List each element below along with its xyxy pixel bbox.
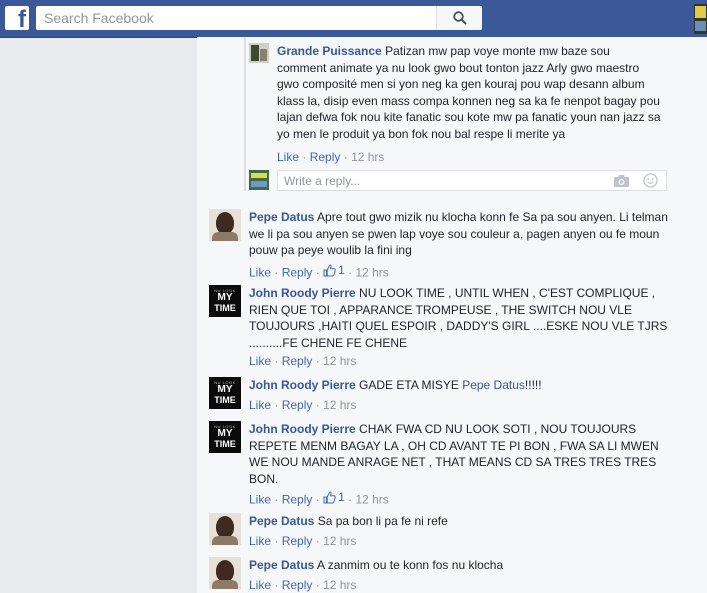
avatar[interactable] xyxy=(209,513,241,545)
reply-box xyxy=(277,170,667,191)
comment-body: Grande Puissance Patizan mw pap voye mon… xyxy=(277,43,697,142)
avatar[interactable]: NU LOOK MY TIME xyxy=(209,421,241,453)
like-button[interactable]: Like xyxy=(249,266,271,280)
comment-actions: Like · Reply · 12 hrs xyxy=(249,534,357,548)
comment-author[interactable]: John Roody Pierre xyxy=(249,378,356,392)
mention-link[interactable]: Pepe Datus xyxy=(462,378,525,392)
comment-text-line: BON. xyxy=(249,471,279,486)
facebook-logo-icon[interactable]: f xyxy=(5,6,29,33)
reply-button[interactable]: Reply xyxy=(282,578,313,592)
reply-input[interactable] xyxy=(278,171,610,190)
timestamp[interactable]: 12 hrs xyxy=(323,534,356,548)
timestamp[interactable]: 12 hrs xyxy=(355,493,388,507)
like-button[interactable]: Like xyxy=(249,493,271,507)
reply-button[interactable]: Reply xyxy=(282,398,313,412)
comment-body: Pepe Datus Apre tout gwo mizik nu klocha… xyxy=(249,209,699,259)
comment-text-line: we li pa sou anyen se pwen lap voye sou … xyxy=(249,226,660,241)
timestamp[interactable]: 12 hrs xyxy=(323,354,356,368)
comments-panel: Grande Puissance Patizan mw pap voye mon… xyxy=(197,37,707,593)
comment-text: Sa pa bon li pa fe ni refe xyxy=(317,514,448,528)
comment-text: A zanmim ou te konn fos nu klocha xyxy=(317,558,504,572)
comment-text-line: yo men le produit ya bon fok nou bal res… xyxy=(277,126,566,141)
comment-actions: Like · Reply · 12 hrs xyxy=(249,398,357,412)
reply-button[interactable]: Reply xyxy=(282,534,313,548)
comment-text-line: WE NOU MANDE ANRAGE NET , THAT MEANS CD … xyxy=(249,455,657,469)
reply-button[interactable]: Reply xyxy=(282,354,313,368)
search-button[interactable] xyxy=(436,6,482,30)
reply-button[interactable]: Reply xyxy=(282,266,313,280)
reply-button[interactable]: Reply xyxy=(282,493,313,507)
comment-actions: Like · Reply · 1 · 12 hrs xyxy=(249,263,389,280)
comment-body: John Roody Pierre CHAK FWA CD NU LOOK SO… xyxy=(249,421,699,487)
top-navigation-bar: f xyxy=(0,0,707,38)
like-button[interactable]: Like xyxy=(249,354,271,368)
avatar[interactable] xyxy=(209,209,241,241)
comment-text: GADE ETA MISYE xyxy=(359,378,459,392)
comment-text-line: NU LOOK TIME , UNTIL WHEN , C'EST COMPLI… xyxy=(359,286,656,300)
like-count-value: 1 xyxy=(338,490,345,504)
like-button[interactable]: Like xyxy=(277,150,299,164)
thumbs-up-icon xyxy=(323,490,336,503)
profile-thumbnail[interactable] xyxy=(694,4,707,34)
comment-text-line: CHAK FWA CD NU LOOK SOTI , NOU TOUJOURS xyxy=(359,422,637,436)
comment-actions: Like · Reply · 12 hrs xyxy=(249,354,357,368)
like-button[interactable]: Like xyxy=(249,578,271,592)
comment-text-suffix: !!!!! xyxy=(524,378,542,392)
comment-text-line: klass la, disip even mass compa konnen n… xyxy=(277,93,660,108)
search-icon xyxy=(452,11,467,25)
like-count-value: 1 xyxy=(338,263,345,277)
comment-body: Pepe Datus Sa pa bon li pa fe ni refe xyxy=(249,513,699,530)
avatar xyxy=(249,170,269,190)
comment-text-line: TOUJOURS ,HAITI QUEL ESPOIR , DADDY'S GI… xyxy=(249,319,668,333)
avatar-label: MY xyxy=(217,292,233,303)
thumbs-up-icon xyxy=(323,263,336,276)
emoji-icon[interactable] xyxy=(643,173,658,188)
comment-body: Pepe Datus A zanmim ou te konn fos nu kl… xyxy=(249,557,699,574)
timestamp[interactable]: 12 hrs xyxy=(323,578,356,592)
timestamp[interactable]: 12 hrs xyxy=(355,266,388,280)
comment-text-line: comment animate ya nu look gwo bout tont… xyxy=(277,60,640,75)
timestamp[interactable]: 12 hrs xyxy=(351,150,384,164)
search-input[interactable] xyxy=(36,6,436,30)
comment-text-line: RIEN QUE TOI , APPARANCE TROMPEUSE , THE… xyxy=(249,302,632,317)
comment-text-line: gwo composité men si yon neg ka gen kour… xyxy=(277,77,645,91)
facebook-logo-letter: f xyxy=(18,6,26,33)
comment-text-line: Apre tout gwo mizik nu klocha konn fe Sa… xyxy=(317,210,668,224)
avatar-label: TIME xyxy=(214,303,236,313)
comment-author[interactable]: Pepe Datus xyxy=(249,210,314,224)
comment-actions: Like · Reply · 12 hrs xyxy=(249,578,357,592)
like-count[interactable]: 1 xyxy=(323,490,345,504)
comment-author[interactable]: Pepe Datus xyxy=(249,514,314,528)
comment-author[interactable]: John Roody Pierre xyxy=(249,422,356,436)
camera-icon[interactable] xyxy=(613,173,630,188)
comment-text-line: pouw pa peye woulib la fini ing xyxy=(249,243,412,257)
like-button[interactable]: Like xyxy=(249,534,271,548)
comment-author[interactable]: John Roody Pierre xyxy=(249,286,356,300)
comment-text-line: ..........FE CHENE FE CHENE xyxy=(249,335,408,350)
like-button[interactable]: Like xyxy=(249,398,271,412)
like-count[interactable]: 1 xyxy=(323,263,345,277)
timestamp[interactable]: 12 hrs xyxy=(323,398,356,412)
avatar[interactable] xyxy=(249,43,269,63)
reply-button[interactable]: Reply xyxy=(310,150,341,164)
search-box xyxy=(36,6,482,30)
avatar[interactable]: NU LOOK MY TIME xyxy=(209,285,241,317)
comment-author[interactable]: Grande Puissance xyxy=(277,44,382,58)
comment-actions: Like · Reply · 12 hrs xyxy=(277,150,385,164)
comment-actions: Like · Reply · 1 · 12 hrs xyxy=(249,490,389,507)
comment-text-line: lajan defwa fok nou kite fanatic sou kot… xyxy=(277,110,661,124)
comment-text-line: Patizan mw pap voye monte mw baze sou xyxy=(385,44,610,58)
comment-body: John Roody Pierre GADE ETA MISYE Pepe Da… xyxy=(249,377,699,394)
avatar[interactable] xyxy=(209,557,241,589)
comment-body: John Roody Pierre NU LOOK TIME , UNTIL W… xyxy=(249,285,699,351)
avatar[interactable]: NU LOOK MY TIME xyxy=(209,377,241,409)
comment-text-line: REPETE MENM BAGAY LA , OH CD AVANT TE PI… xyxy=(249,438,659,453)
comment-author[interactable]: Pepe Datus xyxy=(249,558,314,572)
